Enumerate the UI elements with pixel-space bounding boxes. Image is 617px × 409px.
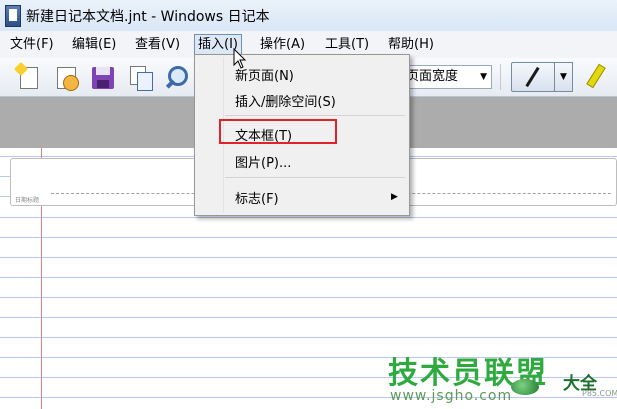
menu-file[interactable]: 文件(F) (10, 36, 54, 54)
pen-button[interactable] (511, 62, 555, 92)
menu-tools[interactable]: 工具(T) (325, 36, 369, 54)
menu-item-flag[interactable]: 标志(F) (235, 188, 279, 207)
highlighter-icon (586, 63, 606, 89)
menu-actions[interactable]: 操作(A) (260, 36, 305, 54)
page-width-value: 页面宽度 (406, 69, 459, 84)
chevron-down-icon: ▼ (480, 72, 487, 82)
watermark-small: P85.COM (582, 389, 617, 398)
journal-app-icon (5, 5, 21, 27)
watermark-globe-icon (511, 379, 539, 395)
annotation-highlight-box (219, 119, 337, 144)
menu-item-insert-delete-space[interactable]: 插入/删除空间(S) (235, 91, 336, 110)
menu-item-picture[interactable]: 图片(P)... (235, 152, 291, 171)
copy-icon[interactable] (128, 64, 154, 91)
mouse-cursor-icon (233, 48, 247, 69)
window-title: 新建日记本文档.jnt - Windows 日记本 (26, 9, 270, 25)
pen-icon (525, 66, 540, 88)
new-page-icon[interactable] (13, 61, 42, 90)
highlighter-button[interactable] (580, 62, 610, 90)
page-width-select[interactable]: 页面宽度 ▼ (397, 65, 492, 89)
menu-help[interactable]: 帮助(H) (388, 36, 434, 54)
date-caption: 日期标题 (15, 197, 40, 204)
clock-icon[interactable] (54, 64, 80, 91)
toolbar-separator (500, 64, 501, 90)
submenu-arrow-icon: ▶ (391, 192, 398, 202)
menu-separator (225, 177, 405, 178)
save-icon[interactable] (90, 64, 116, 90)
journal-window: 新建日记本文档.jnt - Windows 日记本 文件(F) 编辑(E) 查看… (0, 0, 617, 409)
menu-view[interactable]: 查看(V) (135, 36, 180, 54)
menu-separator (225, 115, 405, 116)
pen-dropdown-button[interactable]: ▼ (554, 62, 573, 92)
watermark-url: www.jsgho.com (390, 388, 513, 404)
find-icon[interactable] (164, 64, 190, 90)
title-bar[interactable]: 新建日记本文档.jnt - Windows 日记本 (0, 0, 617, 32)
menu-edit[interactable]: 编辑(E) (72, 36, 116, 54)
